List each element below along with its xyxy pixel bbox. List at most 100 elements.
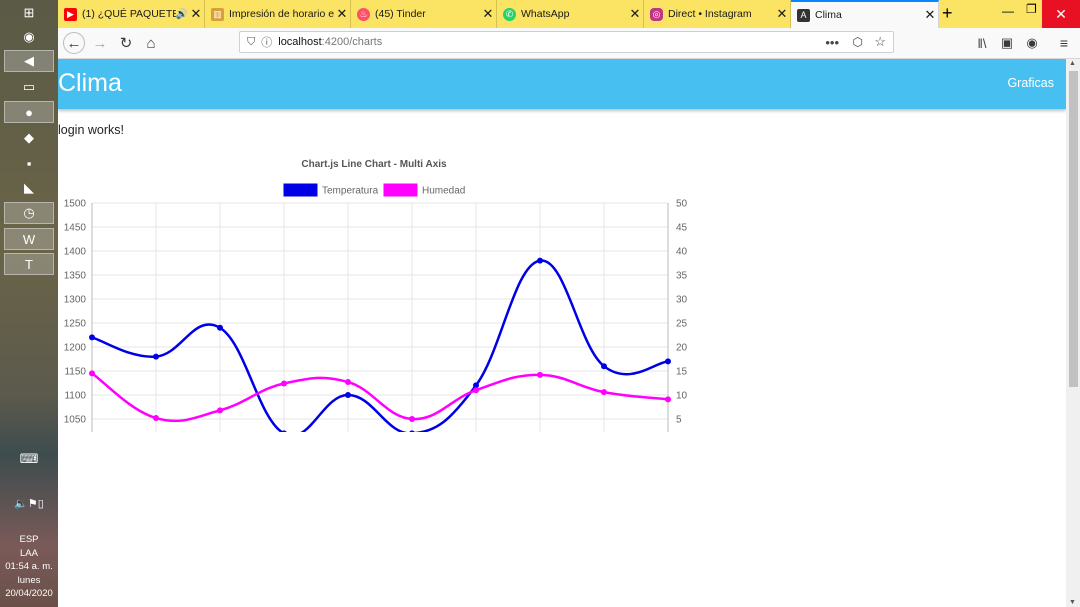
data-point-humedad [473,387,479,394]
close-icon[interactable]: ✕ [774,6,790,22]
scrollbar-thumb[interactable] [1069,71,1078,387]
vscode-icon[interactable]: ◀ [4,50,54,72]
data-point-humedad [665,396,671,403]
y-right-tick-label: 25 [676,319,688,330]
tab-horario[interactable]: ▥ Impresión de horario er ✕ [205,0,351,28]
chat-app-icon[interactable]: ◆ [4,127,54,149]
scroll-up-icon[interactable]: ▲ [1069,60,1076,67]
library-icon[interactable]: ‖\ [971,32,993,54]
file-explorer-icon[interactable]: ▭ [4,76,54,98]
tray-day: lunes [17,575,41,586]
tab-youtube[interactable]: ▶ (1) ¿QUÉ PAQUETE 🔊 ✕ [58,0,205,28]
restore-button[interactable]: ❐ [1026,2,1037,16]
tab-title: WhatsApp [521,8,570,20]
nav-link-graficas[interactable]: Graficas [1007,76,1054,90]
back-button[interactable]: ← [63,32,85,54]
y-left-tick-label: 1500 [64,199,87,210]
data-point-temperatura [89,334,95,341]
youtube-icon: ▶ [64,7,77,21]
new-tab-button[interactable]: + [942,3,953,24]
app-brand[interactable]: Clima [58,69,122,98]
tab-tinder[interactable]: ♨ (45) Tinder ✕ [351,0,497,28]
pocket-icon[interactable]: ⬡ [853,35,863,49]
speaker-icon[interactable]: 🔊 [176,9,188,20]
tray-icons[interactable]: 🔈⚑▯ [4,492,54,514]
navigation-toolbar: ← → ↻ ⌂ ⛉ ⓘ localhost:4200/charts ••• ⬡ … [58,28,1080,59]
firefox-icon[interactable]: ● [4,101,54,123]
y-right-tick-label: 40 [676,247,688,258]
browser-window: ▶ (1) ¿QUÉ PAQUETE 🔊 ✕ ▥ Impresión de ho… [58,0,1080,607]
data-point-temperatura [601,363,607,370]
y-right-tick-label: 5 [676,415,682,426]
data-point-temperatura [537,257,543,264]
chrome-icon[interactable]: ◉ [4,26,54,48]
page-actions-icon[interactable]: ••• [825,35,839,50]
y-left-tick-label: 1250 [64,319,87,330]
data-point-humedad [345,379,351,386]
info-icon[interactable]: ⓘ [261,34,272,50]
login-text: login works! [58,123,124,137]
close-icon[interactable]: ✕ [480,6,496,22]
close-icon[interactable]: ✕ [334,6,350,22]
series-line-temperatura [91,259,669,432]
tab-instagram[interactable]: ◎ Direct • Instagram ✕ [644,0,791,28]
data-point-humedad [601,389,607,396]
scroll-down-icon[interactable]: ▼ [1069,599,1076,606]
angular-icon: A [797,8,810,22]
y-left-tick-label: 1300 [64,295,87,306]
data-point-humedad [89,370,95,377]
data-point-humedad [281,380,287,387]
window-close-button[interactable]: ✕ [1042,0,1080,28]
close-icon[interactable]: ✕ [627,6,643,22]
close-icon[interactable]: ✕ [922,7,938,23]
tray-time: 01:54 a. m. [5,561,53,572]
data-point-humedad [217,407,223,414]
account-icon[interactable]: ◉ [1021,32,1043,54]
menu-icon[interactable]: ≡ [1053,32,1075,54]
forward-button[interactable]: → [89,32,111,54]
windows-taskbar: ⊞ ◉ ◀ ▭ ● ◆ ▪ ◣ ◷ W T ⌨ 🔈⚑▯ ESP LAA 01:5… [0,0,58,607]
data-point-temperatura [217,324,223,331]
instagram-icon: ◎ [650,7,663,21]
y-left-tick-label: 1050 [64,415,87,426]
url-bar[interactable]: ⛉ ⓘ localhost:4200/charts ••• ⬡ ☆ [239,31,894,53]
shield-icon[interactable]: ⛉ [247,36,255,49]
tab-strip: ▶ (1) ¿QUÉ PAQUETE 🔊 ✕ ▥ Impresión de ho… [58,0,1080,28]
data-point-humedad [153,415,159,422]
sidebar-icon[interactable]: ▣ [996,32,1018,54]
legend-swatch-humedad [383,183,418,197]
keyboard-icon[interactable]: ⌨ [4,448,54,470]
tab-whatsapp[interactable]: ✆ WhatsApp ✕ [497,0,644,28]
url-host: localhost [278,36,322,48]
visual-studio-icon[interactable]: ◣ [4,177,54,199]
y-right-tick-label: 20 [676,343,688,354]
reload-button[interactable]: ↻ [115,32,137,54]
tab-title: (45) Tinder [375,8,426,20]
windows-start-icon[interactable]: ⊞ [4,2,54,24]
bookmark-star-icon[interactable]: ☆ [874,34,886,50]
legend-swatch-temperatura [283,183,318,197]
y-right-tick-label: 15 [676,367,688,378]
y-left-tick-label: 1400 [64,247,87,258]
data-point-temperatura [665,358,671,365]
legend-label-humedad: Humedad [422,186,465,197]
y-right-tick-label: 45 [676,223,688,234]
y-right-tick-label: 30 [676,295,688,306]
data-point-temperatura [409,430,415,432]
tab-clima[interactable]: A Clima ✕ [791,0,939,28]
minimize-button[interactable]: — [1002,4,1014,18]
word-icon[interactable]: W [4,228,54,250]
page-scrollbar[interactable]: ▲ ▼ [1066,59,1080,607]
data-point-humedad [537,371,543,378]
terminal-icon[interactable]: ▪ [4,152,54,174]
clock-app-icon[interactable]: ◷ [4,202,54,224]
close-icon[interactable]: ✕ [188,6,204,22]
home-button[interactable]: ⌂ [140,32,162,54]
y-left-tick-label: 1100 [64,391,86,402]
y-left-tick-label: 1350 [64,271,87,282]
data-point-humedad [409,416,415,422]
teams-icon[interactable]: T [4,253,54,275]
tray-lang-1: ESP [19,534,39,545]
data-point-temperatura [153,353,159,360]
whatsapp-icon: ✆ [503,7,516,21]
